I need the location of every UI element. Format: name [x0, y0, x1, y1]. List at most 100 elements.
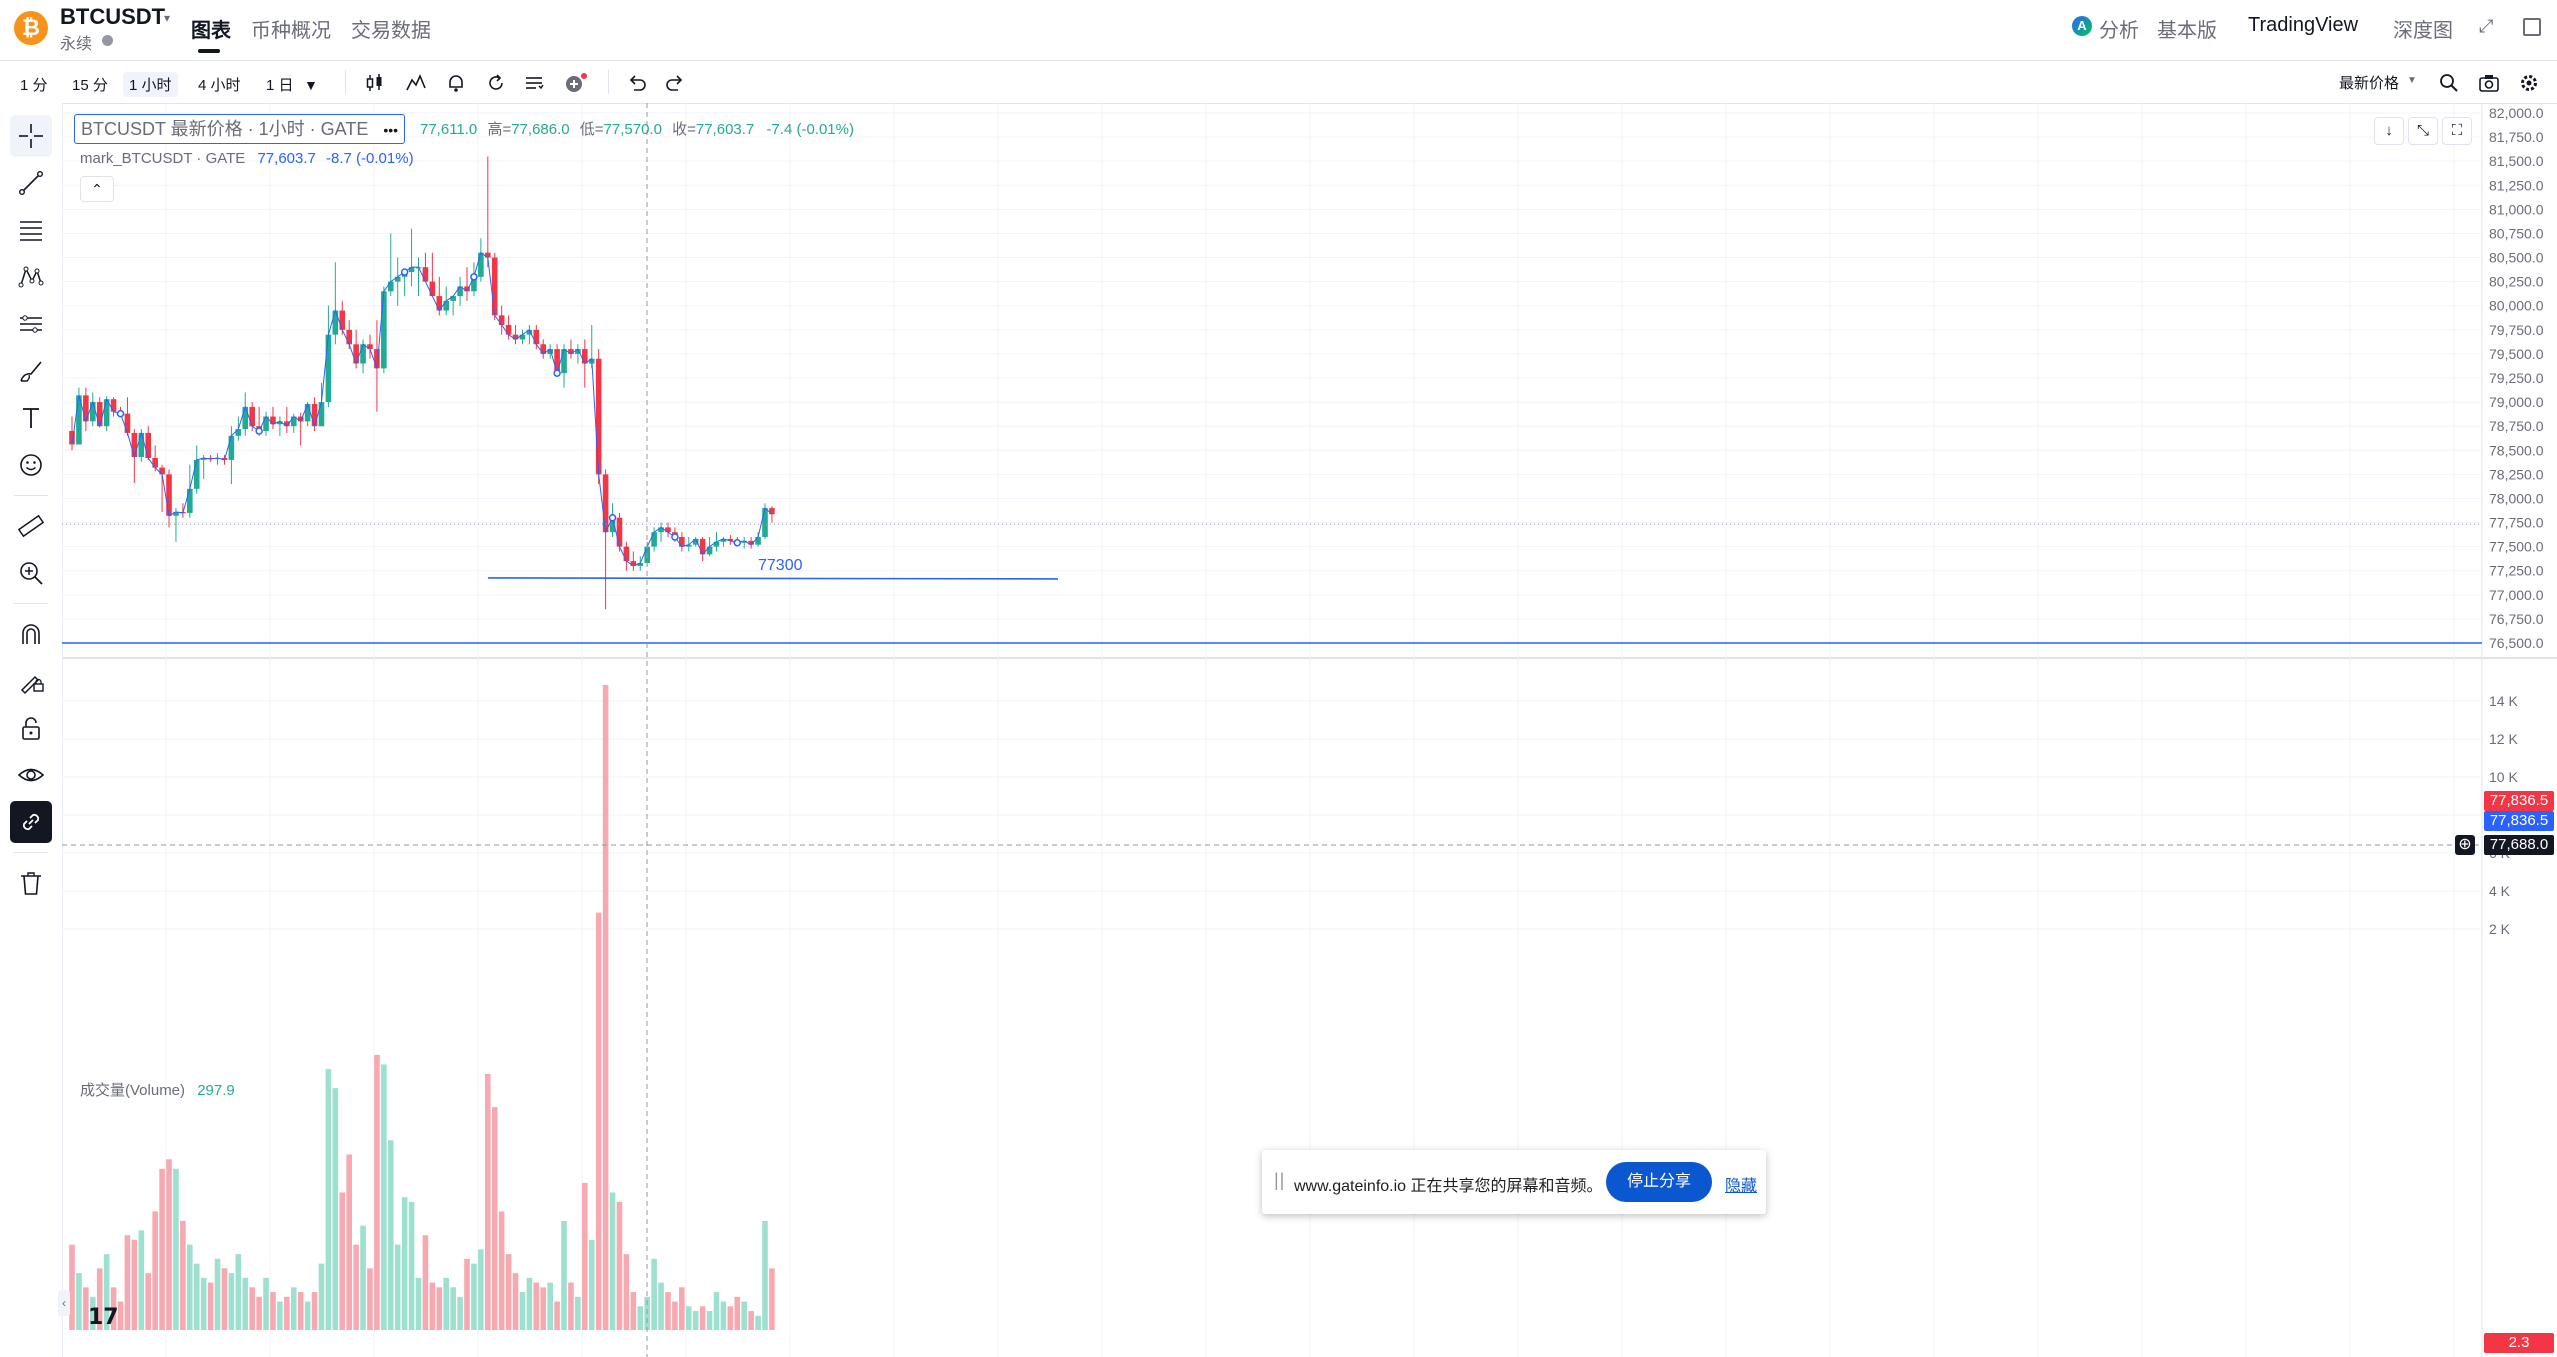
timeframe-dropdown-icon[interactable]: ▼: [304, 74, 318, 96]
layout-icon[interactable]: [523, 72, 545, 94]
settings-icon[interactable]: [2518, 72, 2540, 94]
analysis-icon[interactable]: A: [2072, 16, 2092, 36]
volume-bar: [408, 1201, 415, 1330]
price-axis-label: 81,250.0: [2489, 177, 2544, 193]
volume-bar: [498, 1211, 505, 1330]
volume-bar: [713, 1292, 720, 1330]
scroll-down-icon[interactable]: ↓: [2374, 117, 2404, 145]
forecast-tool-icon[interactable]: [10, 303, 52, 345]
price-axis-label: 80,750.0: [2489, 225, 2544, 241]
timeframe-1h[interactable]: 1 小时: [123, 72, 178, 97]
legend-collapse-button[interactable]: ⌃: [80, 176, 114, 202]
more-options-icon[interactable]: •••: [383, 122, 398, 138]
tradingview-logo-icon[interactable]: 17: [88, 1305, 119, 1330]
link-icon[interactable]: [10, 801, 52, 843]
volume-bar: [741, 1301, 748, 1330]
tab-chart[interactable]: 图表: [191, 14, 231, 43]
volume-bar: [436, 1287, 443, 1330]
expand-icon[interactable]: ⤢: [2479, 16, 2493, 37]
drag-handle-icon[interactable]: ||: [1274, 1170, 1285, 1191]
timeframe-1m[interactable]: 1 分: [14, 72, 54, 97]
candle-body: [616, 517, 623, 547]
replay-icon[interactable]: [485, 72, 507, 94]
trash-icon[interactable]: [10, 862, 52, 904]
contract-type: 永续: [60, 36, 93, 53]
emoji-tool-icon[interactable]: [10, 444, 52, 486]
crosshair-tool-icon[interactable]: [10, 115, 52, 157]
legend-low-label: 低=: [579, 121, 604, 138]
volume-bar: [485, 1073, 491, 1330]
volume-bar: [755, 1315, 761, 1330]
tab-trade-data[interactable]: 交易数据: [351, 14, 431, 43]
volume-bar: [124, 1235, 131, 1330]
price-axis-label: 81,500.0: [2489, 153, 2544, 169]
stop-sharing-button[interactable]: 停止分享: [1606, 1162, 1712, 1202]
hide-share-bar-link[interactable]: 隐藏: [1725, 1172, 1757, 1196]
basic-version-link[interactable]: 基本版: [2157, 14, 2217, 43]
add-icon[interactable]: [564, 72, 590, 94]
volume-bar: [533, 1282, 540, 1330]
volume-bar: [401, 1197, 408, 1330]
search-icon[interactable]: [2438, 72, 2460, 94]
candle-body: [353, 344, 359, 364]
ruler-tool-icon[interactable]: [10, 505, 52, 547]
zoom-in-icon[interactable]: [10, 552, 52, 594]
trend-line-tool-icon[interactable]: [10, 162, 52, 204]
volume-label: 成交量(Volume): [80, 1082, 186, 1099]
volume-bar: [630, 1292, 637, 1330]
candle-body: [360, 344, 366, 364]
tab-coin-overview[interactable]: 币种概况: [251, 14, 331, 43]
volume-bar: [180, 1220, 186, 1330]
horizontal-levels[interactable]: 77300: [62, 557, 2482, 644]
candle-body: [325, 334, 332, 403]
redo-icon[interactable]: [664, 72, 686, 94]
volume-bar: [235, 1254, 242, 1330]
maximize-pane-icon[interactable]: ⛶: [2442, 117, 2472, 145]
depth-chart-link[interactable]: 深度图: [2393, 14, 2453, 43]
candle-body: [138, 432, 145, 458]
text-tool-icon[interactable]: [10, 397, 52, 439]
price-axis-label: 76,750.0: [2489, 611, 2544, 627]
fib-retracement-tool-icon[interactable]: [10, 209, 52, 251]
camera-icon[interactable]: [2478, 72, 2500, 94]
timeframe-15m[interactable]: 15 分: [66, 72, 114, 97]
magnet-icon[interactable]: [10, 613, 52, 655]
indicators-icon[interactable]: [405, 72, 427, 94]
mark-price-label: mark_BTCUSDT · GATE: [80, 150, 246, 167]
volume-bar: [505, 1254, 512, 1330]
undo-icon[interactable]: [626, 72, 648, 94]
pattern-tool-icon[interactable]: [10, 256, 52, 298]
candle-style-icon[interactable]: [364, 72, 386, 94]
info-icon[interactable]: [102, 35, 113, 46]
volume-bar: [256, 1296, 262, 1330]
analysis-link[interactable]: 分析: [2099, 14, 2139, 43]
volume-bar: [173, 1168, 179, 1330]
chart-toolbar: 1 分 15 分 1 小时 4 小时 1 日 ▼ 最新价格 ▼: [0, 60, 2557, 104]
volume-bar: [131, 1239, 138, 1330]
tradingview-link[interactable]: TradingView: [2248, 14, 2358, 37]
price-type-dropdown-icon[interactable]: ▼: [2407, 75, 2417, 86]
window-icon[interactable]: [2523, 18, 2541, 36]
timeframe-1d[interactable]: 1 日: [260, 72, 300, 97]
symbol-name[interactable]: BTCUSDT: [60, 4, 165, 30]
visibility-icon[interactable]: [10, 754, 52, 796]
timeframe-4h[interactable]: 4 小时: [192, 72, 247, 97]
collapse-pane-icon[interactable]: ⤡: [2408, 117, 2438, 145]
scroll-left-icon[interactable]: ‹: [58, 1290, 70, 1316]
brush-tool-icon[interactable]: [10, 350, 52, 392]
symbol-dropdown-icon[interactable]: ▾: [164, 11, 170, 25]
legend-symbol-title[interactable]: BTCUSDT 最新价格 · 1小时 · GATE •••: [74, 114, 406, 144]
mark-price-marker: [671, 533, 679, 541]
lock-drawing-icon[interactable]: [10, 660, 52, 702]
price-axis-label: 76,500.0: [2489, 635, 2544, 651]
add-alert-icon[interactable]: ⊕: [2455, 835, 2475, 855]
price-type-select[interactable]: 最新价格: [2339, 72, 2399, 93]
price-axis-label: 79,500.0: [2489, 346, 2544, 362]
alert-icon[interactable]: [445, 72, 467, 94]
volume-bar: [311, 1292, 318, 1330]
volume-axis-label: 2 K: [2489, 921, 2511, 937]
legend-mark-price: mark_BTCUSDT · GATE 77,603.7 -8.7 (-0.01…: [80, 150, 414, 167]
candle-body: [131, 432, 138, 458]
volume-bar: [568, 1282, 574, 1330]
lock-icon[interactable]: [10, 707, 52, 749]
